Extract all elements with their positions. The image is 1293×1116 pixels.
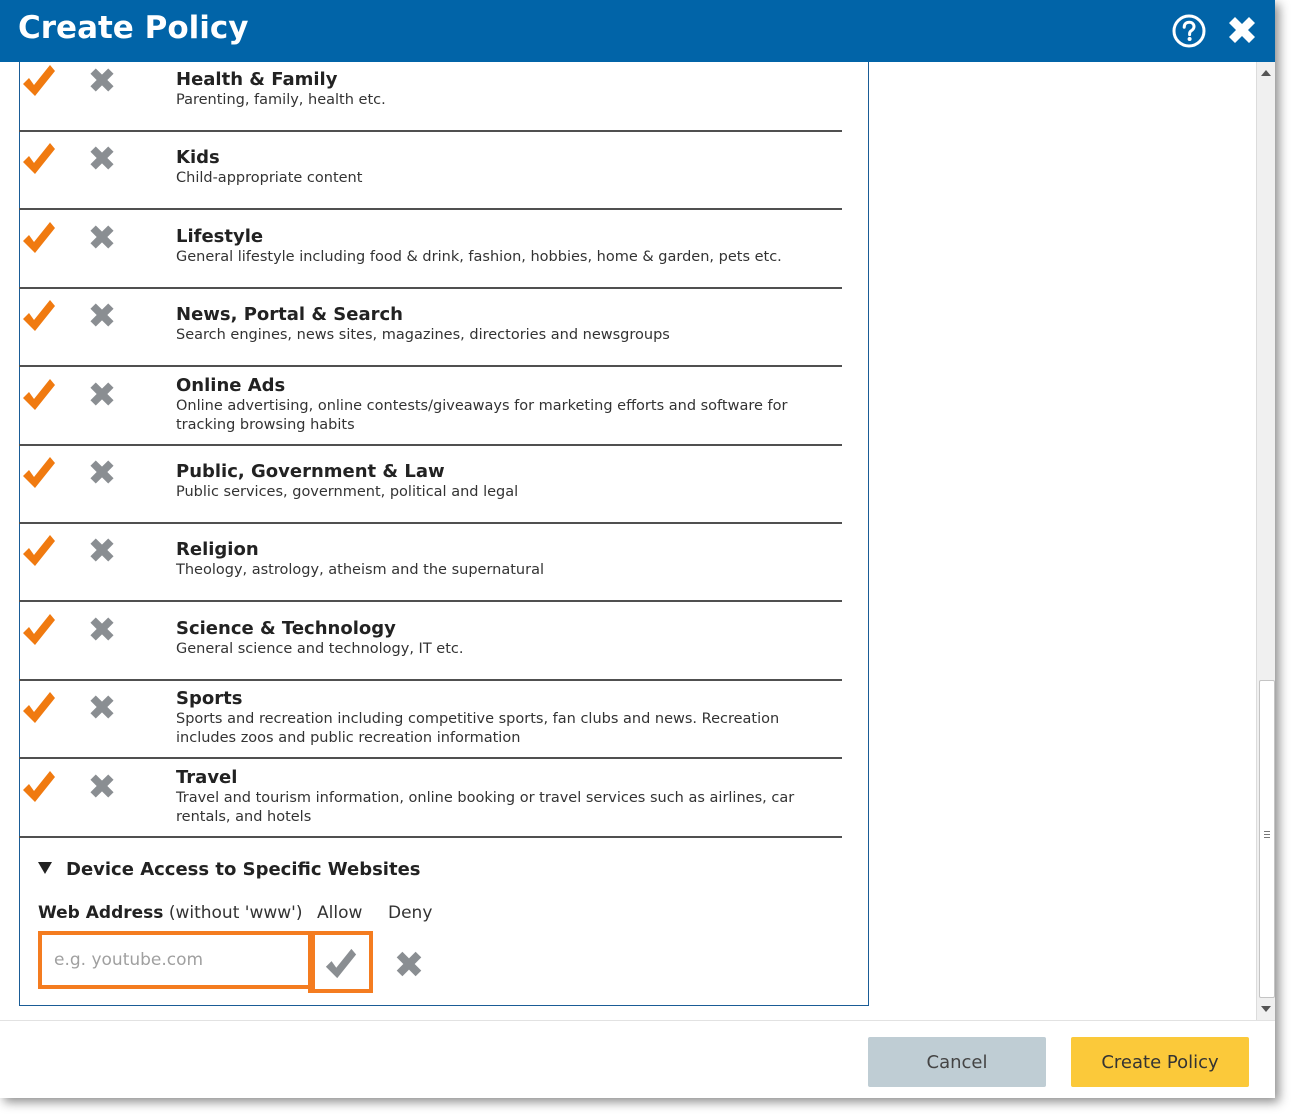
deny-x-icon[interactable]	[86, 299, 118, 331]
question-circle-icon[interactable]	[1171, 13, 1207, 49]
deny-column-label: Deny	[388, 903, 433, 923]
category-text: Science & Technology General science and …	[176, 618, 816, 659]
category-description: Child-appropriate content	[176, 170, 363, 187]
category-row: Lifestyle General lifestyle including foo…	[19, 209, 842, 289]
scroll-up-arrow-icon[interactable]	[1261, 70, 1271, 76]
cancel-button[interactable]: Cancel	[868, 1037, 1046, 1087]
allow-check-icon[interactable]	[21, 62, 57, 98]
deny-x-icon[interactable]	[86, 456, 118, 488]
create-policy-dialog: Create Policy Health & Family Parenting, …	[0, 0, 1275, 1098]
web-address-label: Web Address (without 'www')	[38, 901, 302, 925]
category-description: Travel and tourism information, online b…	[176, 789, 795, 825]
web-address-input[interactable]	[38, 931, 315, 989]
category-name: Science & Technology	[176, 617, 396, 639]
scroll-down-arrow-icon[interactable]	[1261, 1006, 1271, 1012]
category-description: Sports and recreation including competit…	[176, 711, 780, 747]
category-row: Online Ads Online advertising, online con…	[19, 366, 842, 446]
deny-x-icon[interactable]	[86, 770, 118, 802]
deny-website-icon[interactable]	[392, 947, 426, 981]
category-text: Lifestyle General lifestyle including foo…	[176, 226, 816, 267]
allow-check-icon[interactable]	[21, 768, 57, 804]
deny-x-icon[interactable]	[86, 534, 118, 566]
check-icon	[325, 948, 357, 979]
category-row: Health & Family Parenting, family, health…	[19, 62, 842, 132]
category-text: Travel Travel and tourism information, on…	[176, 767, 816, 827]
category-name: Public, Government & Law	[176, 461, 445, 482]
vertical-scrollbar[interactable]	[1256, 62, 1275, 1020]
category-description: Search engines, news sites, magazines, d…	[176, 327, 670, 344]
allow-website-button[interactable]	[308, 931, 373, 993]
allow-check-icon[interactable]	[21, 689, 57, 725]
category-name: Kids	[176, 147, 220, 169]
category-text: Religion Theology, astrology, atheism and…	[176, 539, 816, 580]
category-name: News, Portal & Search	[176, 304, 403, 326]
allow-check-icon[interactable]	[21, 140, 57, 176]
allow-check-icon[interactable]	[21, 532, 57, 568]
dialog-content: Health & Family Parenting, family, health…	[0, 62, 1257, 1020]
category-name: Travel	[176, 766, 238, 788]
scroll-thumb[interactable]	[1259, 680, 1275, 998]
category-description: Parenting, family, health etc.	[176, 92, 386, 108]
category-text: Sports Sports and recreation including co…	[176, 688, 816, 748]
category-name: Online Ads	[176, 374, 286, 396]
category-description: General lifestyle including food & drink…	[176, 248, 782, 265]
category-row: Travel Travel and tourism information, on…	[19, 758, 842, 838]
allow-check-icon[interactable]	[21, 611, 57, 647]
deny-x-icon[interactable]	[86, 613, 118, 645]
category-name: Health & Family	[176, 69, 338, 90]
allow-check-icon[interactable]	[21, 219, 57, 255]
deny-x-icon[interactable]	[86, 378, 118, 410]
category-row: Public, Government & Law Public services,…	[19, 444, 842, 524]
deny-x-icon[interactable]	[86, 691, 118, 723]
close-icon[interactable]	[1224, 12, 1260, 48]
category-description: General science and technology, IT etc.	[176, 640, 464, 657]
allow-column-label: Allow	[317, 903, 363, 923]
web-address-label-strong: Web Address	[38, 903, 164, 923]
title-bar: Create Policy	[0, 0, 1275, 62]
category-text: Online Ads Online advertising, online con…	[176, 375, 816, 435]
category-description: Online advertising, online contests/give…	[176, 397, 788, 433]
deny-x-icon[interactable]	[86, 221, 118, 253]
category-description: Public services, government, political a…	[176, 484, 519, 500]
dialog-title: Create Policy	[18, 10, 249, 46]
category-text: News, Portal & Search Search engines, new…	[176, 304, 816, 345]
dialog-footer: Cancel Create Policy	[0, 1020, 1275, 1098]
category-row: Sports Sports and recreation including co…	[19, 679, 842, 760]
category-description: Theology, astrology, atheism and the sup…	[176, 562, 544, 579]
category-name: Sports	[176, 688, 243, 710]
section-title: Device Access to Specific Websites	[66, 859, 421, 880]
deny-x-icon[interactable]	[86, 64, 118, 96]
category-name: Religion	[176, 539, 259, 561]
create-policy-button[interactable]: Create Policy	[1071, 1037, 1249, 1087]
website-section-header[interactable]: Device Access to Specific Websites	[38, 857, 421, 883]
category-row: News, Portal & Search Search engines, new…	[19, 287, 842, 368]
collapse-triangle-icon	[38, 862, 52, 874]
category-row: Kids Child-appropriate content	[19, 130, 842, 211]
allow-check-icon[interactable]	[21, 454, 57, 490]
allow-check-icon[interactable]	[21, 297, 57, 333]
category-row: Science & Technology General science and …	[19, 601, 842, 681]
category-text: Health & Family Parenting, family, health…	[176, 69, 816, 110]
deny-x-icon[interactable]	[86, 142, 118, 174]
web-address-hint: (without 'www')	[168, 903, 303, 923]
category-text: Kids Child-appropriate content	[176, 147, 816, 188]
grip-icon	[1264, 831, 1270, 840]
allow-check-icon[interactable]	[21, 376, 57, 412]
category-name: Lifestyle	[176, 225, 264, 247]
category-text: Public, Government & Law Public services,…	[176, 461, 816, 502]
category-row: Religion Theology, astrology, atheism and…	[19, 522, 842, 603]
